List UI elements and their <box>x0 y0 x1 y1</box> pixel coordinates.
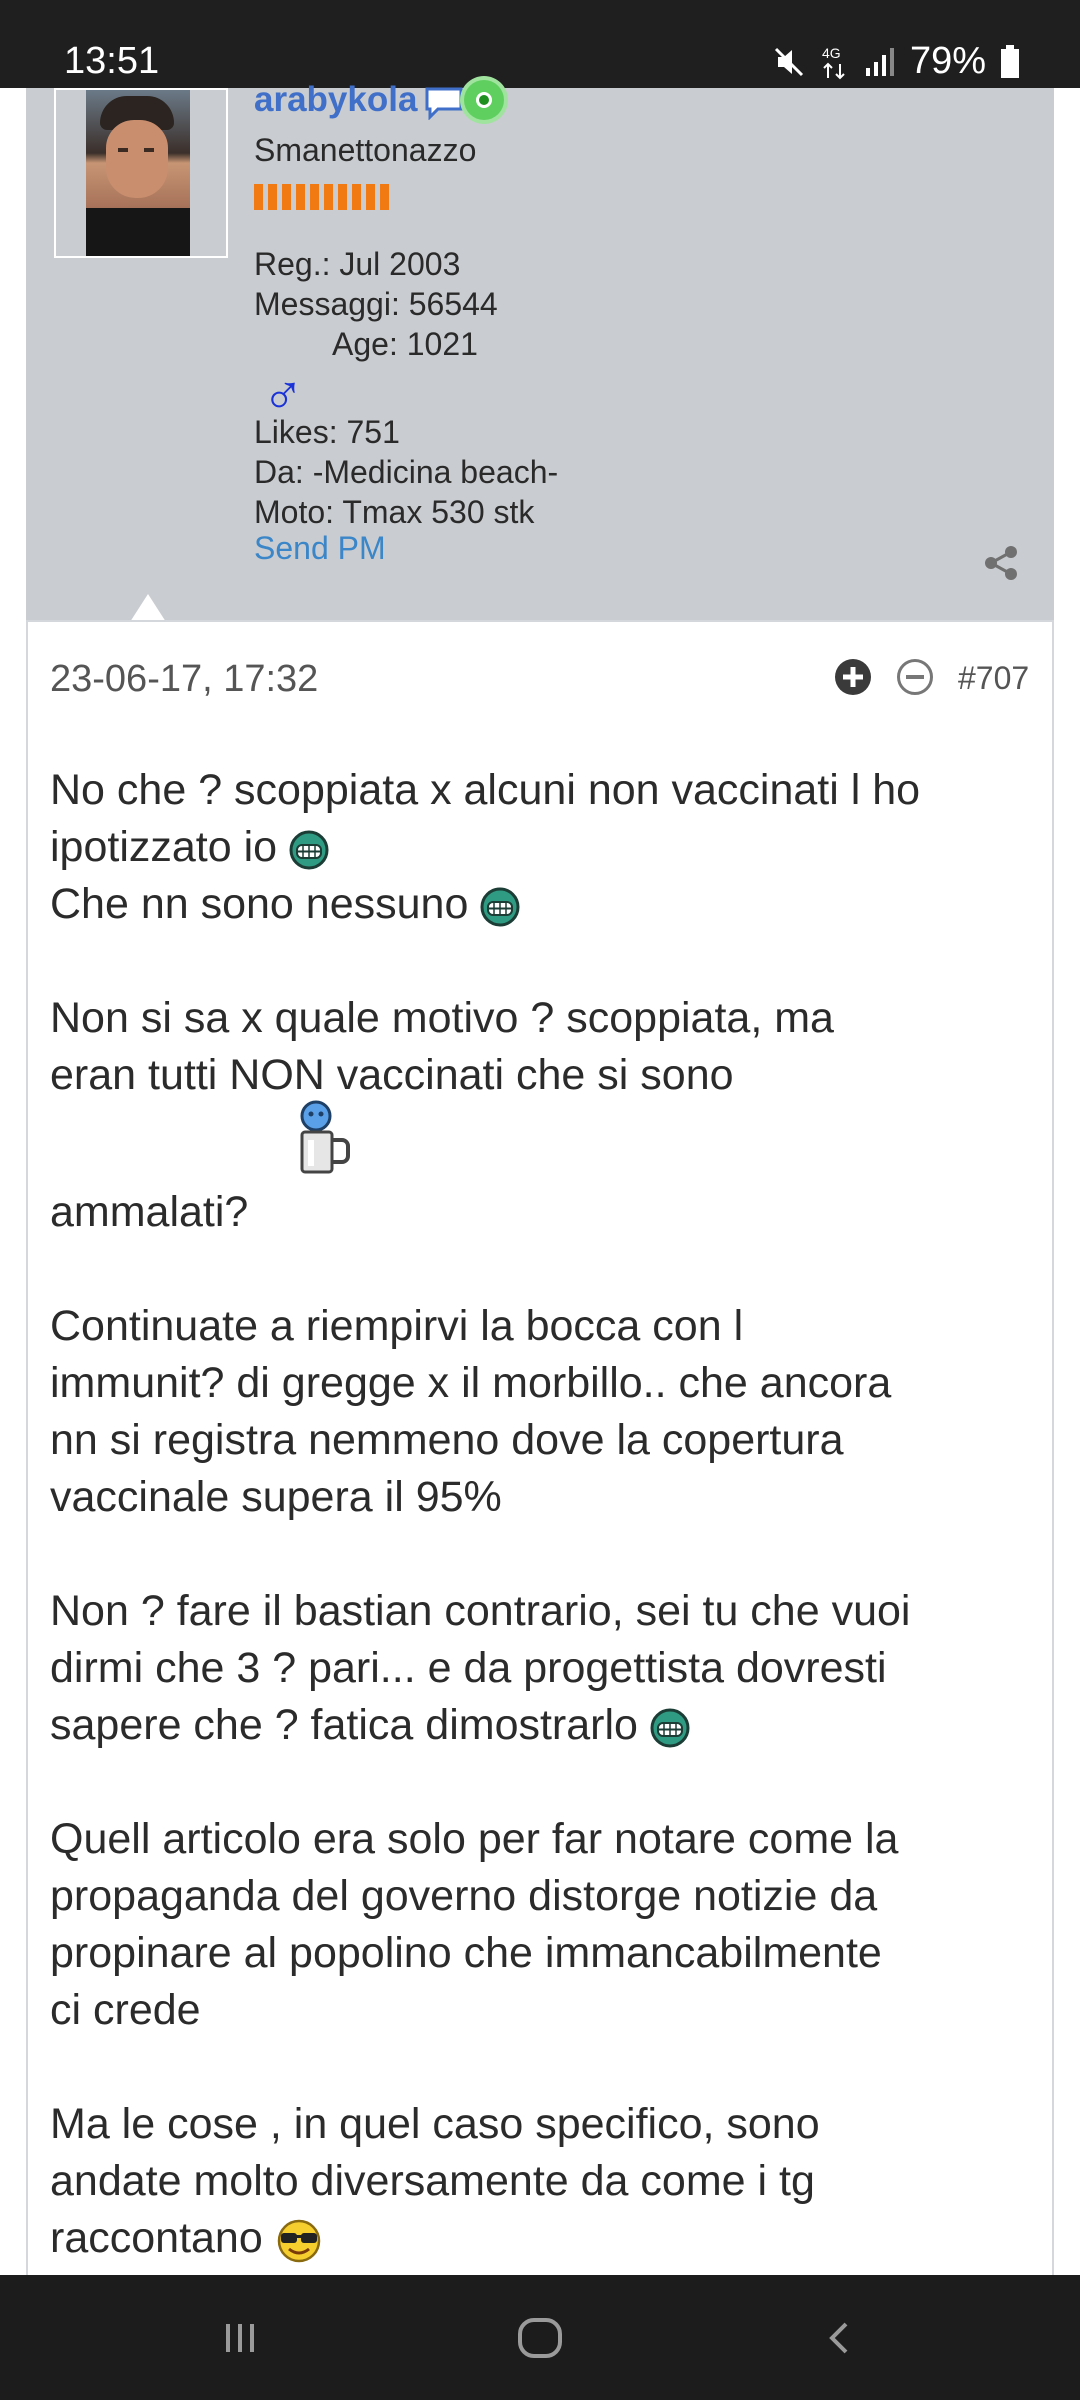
post-line: sapere che ? fatica dimostrarlo <box>50 1697 1040 1754</box>
share-icon[interactable] <box>982 544 1020 582</box>
svg-text:4G: 4G <box>822 45 841 61</box>
grin-emoji-icon <box>650 1708 690 1748</box>
status-time: 13:51 <box>64 40 160 82</box>
status-bar: 13:51 4G 79% <box>0 0 1080 88</box>
sunglasses-emoji-icon <box>277 2219 320 2262</box>
post-line: Che nn sono nessuno <box>50 876 1040 933</box>
post-line: immunit? di gregge x il morbillo.. che a… <box>50 1359 892 1407</box>
grin-emoji-icon <box>289 830 329 870</box>
beer-mug-emoji-icon <box>300 1100 350 1174</box>
post-line: propinare al popolino che immancabilment… <box>50 1929 882 1977</box>
post-line: raccontano <box>50 2210 1040 2267</box>
post-line-text: Che nn sono nessuno <box>50 880 469 928</box>
dislike-minus-icon[interactable] <box>896 658 934 696</box>
reputation-bar <box>254 184 389 210</box>
post-line: No che ? scoppiata x alcuni non vaccinat… <box>50 766 921 814</box>
post-line: ipotizzato io <box>50 819 1040 876</box>
battery-percent: 79% <box>909 40 986 82</box>
recent-apps-button[interactable] <box>200 2275 280 2400</box>
username-link[interactable]: arabykola <box>254 80 417 120</box>
send-pm-link[interactable]: Send PM <box>254 530 386 567</box>
post-line: ammalati? <box>50 1188 249 1236</box>
user-moto: Moto: Tmax 530 stk <box>254 494 535 530</box>
signal-icon <box>865 47 894 76</box>
like-plus-icon[interactable] <box>834 658 872 696</box>
battery-icon <box>1001 44 1019 78</box>
post-line-text: raccontano <box>50 2214 263 2262</box>
avatar-frame <box>54 88 228 258</box>
mute-icon <box>774 47 803 76</box>
registration-date: Reg.: Jul 2003 <box>254 246 461 282</box>
network-4g-icon: 4G <box>822 45 845 79</box>
likes-count: Likes: 751 <box>254 414 400 450</box>
chat-icon[interactable] <box>424 86 464 120</box>
post-line: vaccinale supera il 95% <box>50 1473 502 1521</box>
post-line: Non ? fare il bastian contrario, sei tu … <box>50 1587 911 1635</box>
post-line: nn si registra nemmeno dove la copertura <box>50 1416 844 1464</box>
home-icon <box>518 2317 562 2358</box>
back-icon <box>829 2322 848 2353</box>
message-count: Messaggi: 56544 <box>254 286 498 322</box>
post-line: Non si sa x quale motivo ? scoppiata, ma <box>50 994 834 1042</box>
post-line: andate molto diversamente da come i tg <box>50 2157 815 2205</box>
user-location: Da: -Medicina beach- <box>254 454 559 490</box>
system-nav-bar <box>0 2275 1080 2400</box>
back-button[interactable] <box>800 2275 880 2400</box>
post-body: No che ? scoppiata x alcuni non vaccinat… <box>50 762 1040 2267</box>
status-icons: 4G 79% <box>772 40 1020 83</box>
online-status-icon <box>464 80 504 120</box>
post-number-link[interactable]: #707 <box>958 660 1029 697</box>
home-button[interactable] <box>500 2275 580 2400</box>
avatar[interactable] <box>86 90 190 256</box>
post-line: eran tutti NON vaccinati che si sono <box>50 1051 734 1099</box>
post-line-text: ipotizzato io <box>50 823 278 871</box>
post-line: Ma le cose , in quel caso specifico, son… <box>50 2100 820 2148</box>
post-date: 23-06-17, 17:32 <box>50 658 319 700</box>
post-line: Continuate a riempirvi la bocca con l <box>50 1302 744 1350</box>
post-line-text: sapere che ? fatica dimostrarlo <box>50 1701 638 1749</box>
mug-emoji-row <box>50 1100 1040 1184</box>
user-age: Age: 1021 <box>332 326 478 362</box>
post-line: dirmi che 3 ? pari... e da progettista d… <box>50 1644 887 1692</box>
user-title: Smanettonazzo <box>254 132 477 168</box>
post-line: ci crede <box>50 1986 201 2034</box>
post-line: Quell articolo era solo per far notare c… <box>50 1815 899 1863</box>
post-line: propaganda del governo distorge notizie … <box>50 1872 878 1920</box>
post-pointer <box>130 594 166 622</box>
grin-emoji-icon <box>480 887 520 927</box>
recent-apps-icon <box>226 2323 254 2352</box>
